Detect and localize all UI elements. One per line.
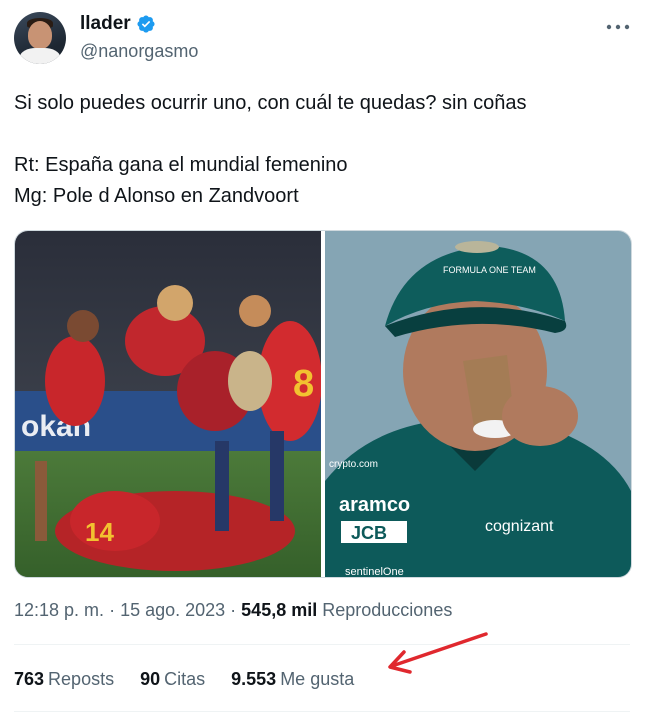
alonso-coffee-photo[interactable]: FORMULA ONE TEAM aramco JCB cognizant se…	[325, 231, 631, 577]
meta-separator: ·	[104, 600, 121, 620]
svg-text:14: 14	[85, 517, 114, 547]
tweet-stats: 763 Reposts 90 Citas 9.553 Me gusta	[14, 667, 380, 691]
divider	[14, 644, 630, 645]
verified-badge-icon	[137, 15, 155, 33]
likes-stat[interactable]: 9.553 Me gusta	[231, 667, 354, 691]
tweet-meta: 12:18 p. m. · 15 ago. 2023 · 545,8 mil R…	[14, 598, 452, 622]
author-display-name[interactable]: llader	[80, 12, 131, 36]
football-celebration-photo[interactable]: okan 8 14	[15, 231, 321, 577]
tweet-text: Si solo puedes ocurrir uno, con cuál te …	[14, 88, 624, 212]
divider	[14, 711, 630, 712]
suit-brand-text: crypto.com	[329, 459, 378, 470]
tweet-date[interactable]: 15 ago. 2023	[120, 600, 225, 620]
avatar[interactable]	[14, 12, 66, 64]
tweet-line: Si solo puedes ocurrir uno, con cuál te …	[14, 92, 527, 114]
more-options-icon[interactable]	[606, 22, 630, 32]
reposts-label: Reposts	[48, 669, 115, 689]
tweet-time[interactable]: 12:18 p. m.	[14, 600, 104, 620]
likes-count: 9.553	[231, 669, 277, 689]
tweet-line: Rt: España gana el mundial femenino	[14, 154, 348, 176]
tweet-line: Mg: Pole d Alonso en Zandvoort	[14, 185, 299, 207]
views-count: 545,8 mil	[241, 600, 318, 620]
meta-separator: ·	[225, 600, 242, 620]
cap-text: FORMULA ONE TEAM	[443, 265, 536, 275]
svg-text:8: 8	[293, 363, 314, 405]
suit-brand-text: JCB	[351, 523, 387, 543]
suit-brand-text: cognizant	[485, 518, 554, 535]
likes-label: Me gusta	[280, 669, 355, 689]
reposts-count: 763	[14, 669, 45, 689]
quotes-stat[interactable]: 90 Citas	[140, 667, 205, 691]
author-name-row: llader	[80, 12, 156, 36]
suit-brand-text: sentinelOne	[345, 566, 404, 577]
views-label: Reproducciones	[322, 600, 453, 620]
quotes-label: Citas	[164, 669, 206, 689]
reposts-stat[interactable]: 763 Reposts	[14, 667, 114, 691]
avatar-shirt	[20, 48, 60, 64]
suit-brand-text: aramco	[339, 494, 410, 516]
avatar-face	[28, 21, 52, 49]
tweet-media: okan 8 14 FORMULA ONE TEAM aramco JCB co…	[14, 230, 632, 578]
author-handle[interactable]: @nanorgasmo	[80, 40, 198, 62]
annotation-arrow-icon	[388, 632, 488, 674]
quotes-count: 90	[140, 669, 161, 689]
